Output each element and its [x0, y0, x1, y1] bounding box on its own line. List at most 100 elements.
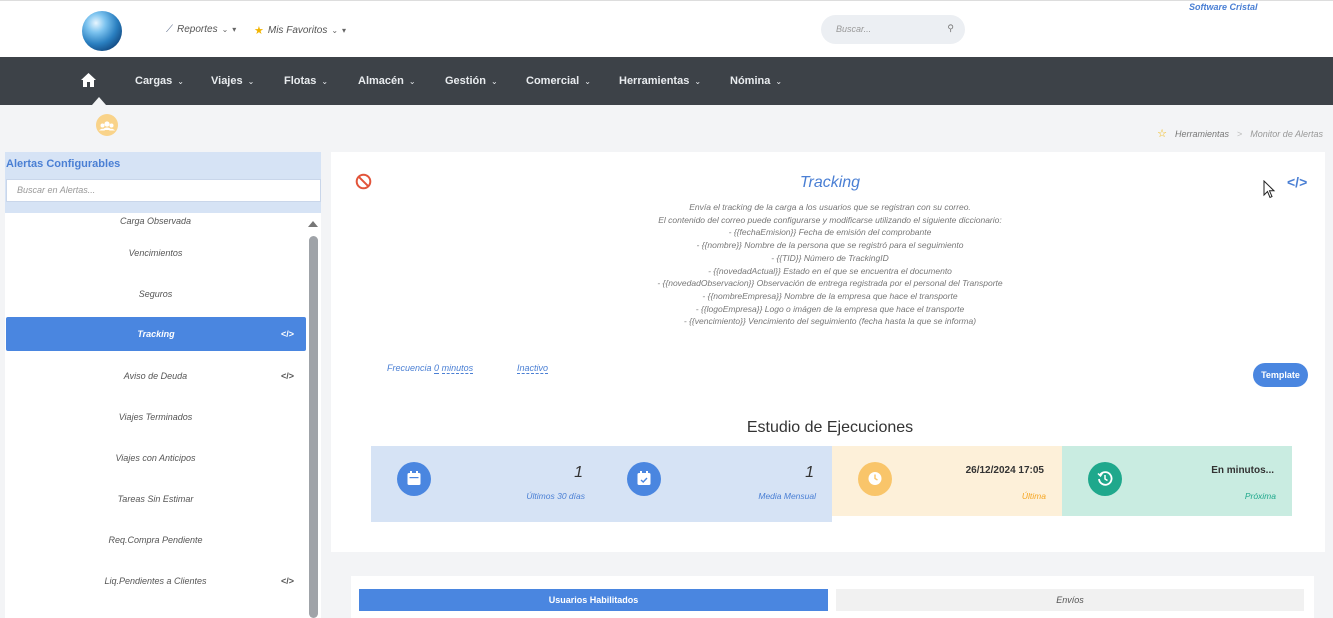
alerts-list: Carga Observada Vencimientos Seguros Tra…: [5, 213, 306, 601]
sidebar-item-liq-pendientes[interactable]: Liq.Pendientes a Clientes </>: [5, 560, 306, 601]
sidebar-item-req-compra[interactable]: Req.Compra Pendiente: [5, 519, 306, 560]
alerts-sidebar: Alertas Configurables Buscar en Alertas.…: [5, 152, 321, 618]
dropdown-caret-icon: ▾: [342, 26, 347, 35]
users-group-icon[interactable]: [96, 114, 118, 136]
sidebar-item-tareas-sin-estimar[interactable]: Tareas Sin Estimar: [5, 478, 306, 519]
history-icon: [1088, 462, 1122, 496]
sidebar-header: Alertas Configurables Buscar en Alertas.…: [5, 152, 321, 213]
mouse-cursor-icon: [1263, 180, 1276, 199]
description-line: - {{vencimiento}} Vencimiento del seguim…: [683, 316, 977, 327]
status-toggle[interactable]: Inactivo: [517, 363, 549, 374]
nav-almacen[interactable]: Almacén ⌄: [358, 75, 416, 87]
nav-comercial[interactable]: Comercial ⌄: [526, 75, 591, 87]
stat-label: Últimos 30 días: [526, 491, 585, 501]
sidebar-item-tracking[interactable]: Tracking </>: [6, 317, 306, 351]
nav-cargas[interactable]: Cargas ⌄: [135, 75, 184, 87]
stat-label: Media Mensual: [758, 491, 816, 501]
home-icon[interactable]: [80, 72, 97, 88]
chevron-down-icon: ⌄: [775, 76, 783, 86]
template-button[interactable]: Template: [1253, 363, 1308, 387]
chevron-down-icon: ⌄: [584, 76, 591, 86]
stat-label: Última: [1021, 491, 1046, 501]
frequency-prefix: Frecuencia: [387, 363, 432, 373]
breadcrumb-parent[interactable]: Herramientas: [1175, 129, 1229, 139]
alerts-search-placeholder: Buscar en Alertas...: [17, 185, 96, 195]
description-line: - {{fechaEmision}} Fecha de emisión del …: [728, 227, 932, 238]
chevron-down-icon: ⌄: [221, 25, 229, 34]
scroll-up-arrow[interactable]: [308, 221, 318, 227]
search-input[interactable]: Buscar... ⚲: [821, 15, 965, 44]
nav-label: Gestión: [445, 75, 486, 87]
chevron-down-icon: ⌄: [408, 76, 416, 86]
nav-label: Flotas: [284, 75, 317, 87]
nav-flotas[interactable]: Flotas ⌄: [284, 75, 328, 87]
nav-viajes[interactable]: Viajes ⌄: [211, 75, 254, 87]
alert-description: Envía el tracking de la carga a los usua…: [530, 201, 1130, 328]
description-line: - {{logoEmpresa}} Logo o imágen de la em…: [695, 303, 965, 314]
description-line: - {{nombre}} Nombre de la persona que se…: [696, 240, 964, 251]
stat-card-last-30: 1 Últimos 30 días: [371, 446, 601, 522]
list-item-label: Liq.Pendientes a Clientes: [104, 575, 207, 586]
top-bar: ⟋ Reportes ⌄ ▾ ★ Mis Favoritos ⌄ ▾ Busca…: [0, 0, 1333, 57]
clock-icon: [858, 462, 892, 496]
frequency-field[interactable]: Frecuencia 0 minutos: [387, 363, 474, 374]
nav-label: Viajes: [211, 75, 243, 87]
description-line: - {{novedadObservacion}} Observación de …: [657, 278, 1003, 289]
frequency-unit: minutos: [441, 363, 474, 374]
calendar-check-icon: [627, 462, 661, 496]
favoritos-menu[interactable]: ★ Mis Favoritos ⌄ ▾: [254, 24, 346, 37]
description-line: - {{novedadActual}} Estado en el que se …: [708, 265, 952, 276]
tab-envios[interactable]: Envíos: [836, 589, 1304, 611]
scrollbar-thumb[interactable]: [309, 236, 318, 618]
list-item-label: Vencimientos: [128, 247, 183, 258]
app-logo[interactable]: [82, 11, 122, 51]
search-placeholder: Buscar...: [836, 24, 872, 34]
chevron-down-icon: ⌄: [490, 76, 498, 86]
nav-label: Almacén: [358, 75, 404, 87]
list-item-label: Aviso de Deuda: [123, 370, 188, 381]
star-outline-icon[interactable]: ☆: [1157, 127, 1167, 140]
nav-nomina[interactable]: Nómina ⌄: [730, 75, 782, 87]
list-item-label: Viajes Terminados: [118, 411, 193, 422]
star-icon: ★: [254, 25, 264, 37]
sidebar-item-seguros[interactable]: Seguros: [5, 273, 306, 314]
alerts-search-input[interactable]: Buscar en Alertas...: [6, 179, 321, 202]
breadcrumb-separator: >: [1237, 128, 1243, 139]
code-icon[interactable]: </>: [281, 371, 294, 381]
sidebar-item-aviso-deuda[interactable]: Aviso de Deuda </>: [5, 355, 306, 396]
code-icon[interactable]: </>: [1287, 174, 1307, 190]
search-icon[interactable]: ⚲: [947, 23, 954, 34]
nav-gestion[interactable]: Gestión ⌄: [445, 75, 498, 87]
ban-icon[interactable]: [355, 173, 372, 190]
stat-card-next-run: En minutos... Próxima: [1062, 446, 1292, 516]
stat-label: Próxima: [1244, 491, 1276, 501]
list-item-label: Viajes con Anticipos: [115, 452, 196, 463]
main-navbar: Cargas ⌄ Viajes ⌄ Flotas ⌄ Almacén ⌄ Gestión…: [0, 57, 1333, 105]
sidebar-item-viajes-terminados[interactable]: Viajes Terminados: [5, 396, 306, 437]
chevron-down-icon: ⌄: [694, 76, 702, 86]
tab-usuarios-habilitados[interactable]: Usuarios Habilitados: [359, 589, 828, 611]
code-icon[interactable]: </>: [281, 576, 294, 586]
nav-label: Comercial: [526, 75, 580, 87]
chevron-down-icon: ⌄: [321, 76, 329, 86]
chevron-down-icon: ⌄: [247, 76, 255, 86]
code-icon[interactable]: </>: [281, 329, 294, 339]
brand-name: Software Cristal: [1189, 2, 1258, 12]
sidebar-item-vencimientos[interactable]: Vencimientos: [5, 232, 306, 273]
chevron-down-icon: ⌄: [331, 26, 339, 35]
stat-value: 26/12/2024 17:05: [965, 465, 1044, 476]
chevron-down-icon: ⌄: [177, 76, 184, 86]
nav-herramientas[interactable]: Herramientas ⌄: [619, 75, 701, 87]
stat-card-last-run: 26/12/2024 17:05 Última: [832, 446, 1062, 516]
breadcrumb-current: Monitor de Alertas: [1250, 128, 1323, 139]
nav-label: Nómina: [730, 75, 771, 87]
frequency-value[interactable]: 0: [434, 363, 440, 374]
list-item-label: Seguros: [138, 288, 173, 299]
calendar-icon: [397, 462, 431, 496]
sidebar-item-viajes-anticipos[interactable]: Viajes con Anticipos: [5, 437, 306, 478]
stat-value: 1: [805, 464, 814, 481]
reportes-menu[interactable]: ⟋ Reportes ⌄ ▾: [166, 24, 236, 35]
favoritos-label: Mis Favoritos: [267, 25, 328, 36]
list-item-label: Tareas Sin Estimar: [117, 493, 194, 504]
sidebar-item-carga-observada[interactable]: Carga Observada: [5, 209, 306, 232]
